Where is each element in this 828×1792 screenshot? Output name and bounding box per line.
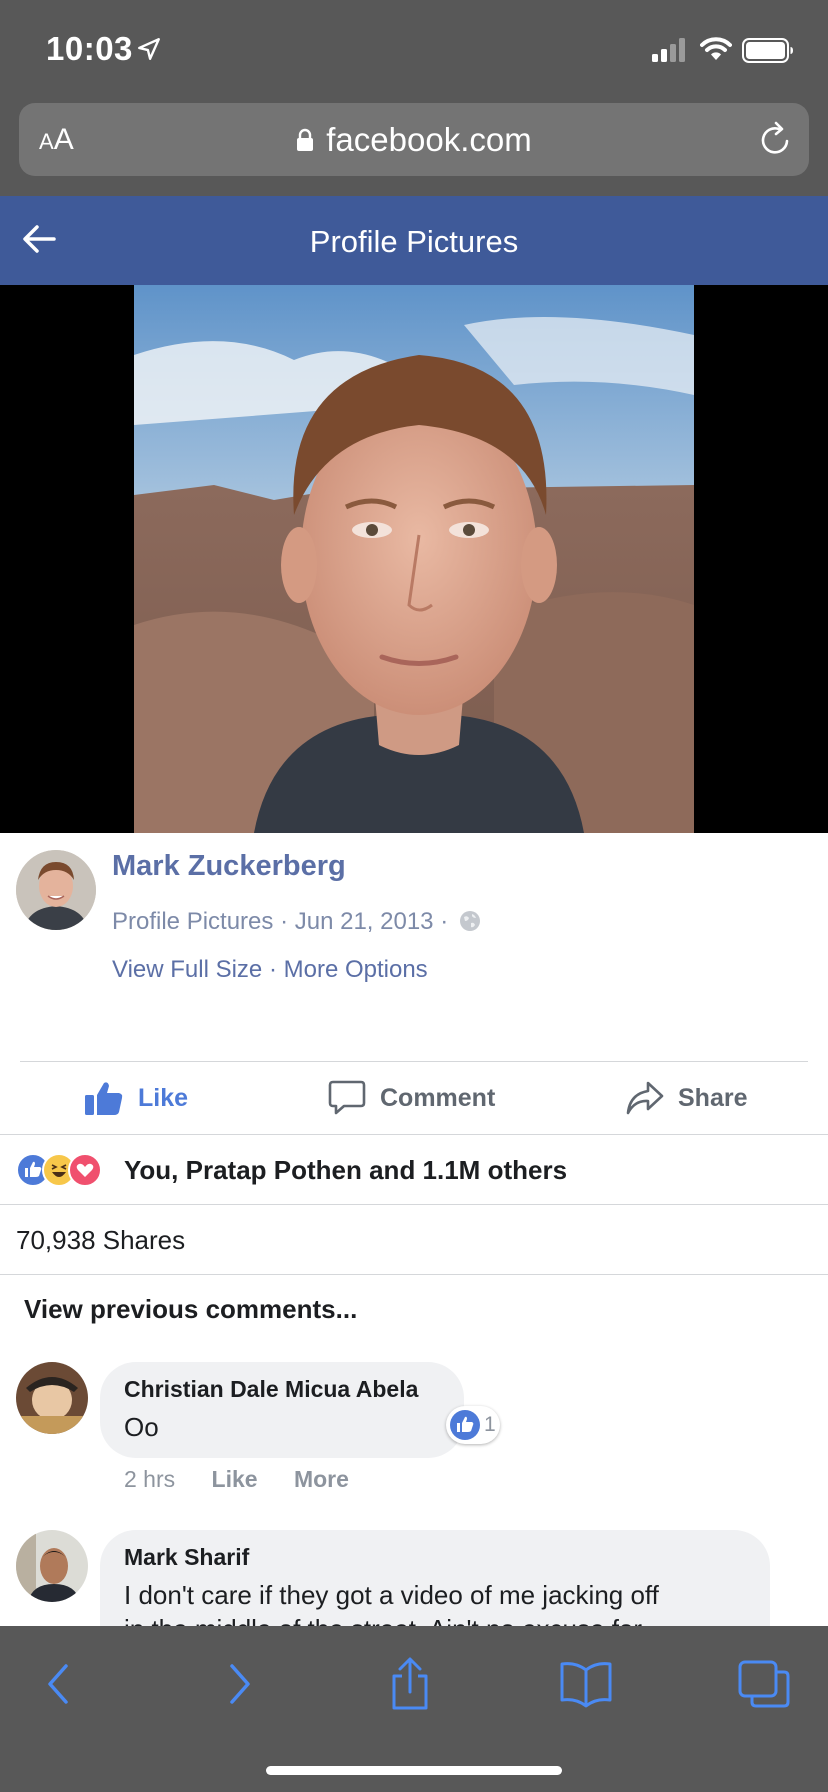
address-bar[interactable]: AA facebook.com xyxy=(19,103,809,176)
share-label: Share xyxy=(678,1083,748,1112)
browser-top-chrome: 10:03 AA facebook.com xyxy=(0,0,828,196)
page-header: Profile Pictures xyxy=(0,196,828,285)
photo-links: View Full Size · More Options xyxy=(112,956,428,984)
meta-separator: · xyxy=(440,908,449,935)
view-full-size-link[interactable]: View Full Size xyxy=(112,956,262,983)
photo-viewer xyxy=(0,285,828,833)
commenter-avatar[interactable] xyxy=(16,1362,88,1434)
home-indicator xyxy=(266,1766,562,1775)
forward-icon[interactable] xyxy=(208,1656,268,1712)
album-link[interactable]: Profile Pictures xyxy=(112,908,273,935)
status-time: 10:03 xyxy=(46,30,133,67)
view-previous-comments-link[interactable]: View previous comments... xyxy=(24,1294,357,1325)
page-title: Profile Pictures xyxy=(309,224,519,259)
meta-separator: · xyxy=(280,908,289,935)
commenter-avatar[interactable] xyxy=(16,1530,88,1602)
commenter-name[interactable]: Christian Dale Micua Abela xyxy=(124,1376,418,1403)
tabs-icon[interactable] xyxy=(734,1656,794,1712)
comment-like-count[interactable]: 1 xyxy=(446,1406,500,1444)
like-reaction-icon xyxy=(450,1410,480,1440)
comment-button[interactable]: Comment xyxy=(328,1080,495,1116)
thumbs-up-icon xyxy=(85,1082,123,1115)
like-label: Like xyxy=(138,1083,189,1112)
love-reaction-icon xyxy=(68,1153,102,1187)
reactions-summary[interactable]: You, Pratap Pothen and 1.1M others xyxy=(124,1155,567,1186)
wifi-icon xyxy=(700,37,732,60)
comment-label: Comment xyxy=(380,1083,496,1112)
comment-meta: 2 hrs Like More xyxy=(124,1466,349,1493)
url-text: facebook.com xyxy=(326,121,532,158)
reload-icon[interactable] xyxy=(759,121,793,157)
links-separator: · xyxy=(268,956,277,983)
share-button[interactable]: Share xyxy=(626,1080,747,1116)
location-arrow-icon xyxy=(138,38,160,60)
comment-more-button[interactable]: More xyxy=(294,1466,349,1492)
reaction-icons[interactable] xyxy=(16,1152,102,1188)
more-options-link[interactable]: More Options xyxy=(284,956,428,983)
divider xyxy=(0,1274,828,1275)
like-button[interactable]: Like xyxy=(84,1080,188,1116)
comment-text: I don't care if they got a video of me j… xyxy=(124,1580,659,1610)
lock-icon xyxy=(297,128,314,151)
profile-photo[interactable] xyxy=(134,285,694,833)
author-name[interactable]: Mark Zuckerberg xyxy=(112,850,346,883)
share-icon[interactable] xyxy=(380,1656,440,1712)
post-actions: Like Comment Share xyxy=(0,1062,828,1134)
battery-icon xyxy=(742,38,793,63)
comment-icon xyxy=(328,1080,366,1115)
author-avatar[interactable] xyxy=(16,850,96,930)
bookmarks-icon[interactable] xyxy=(556,1656,616,1712)
comment-bubble: Christian Dale Micua Abela Oo xyxy=(100,1362,464,1458)
share-arrow-icon xyxy=(626,1081,664,1115)
commenter-name[interactable]: Mark Sharif xyxy=(124,1544,249,1571)
cellular-signal-icon xyxy=(652,38,685,62)
divider xyxy=(0,1204,828,1205)
back-icon[interactable] xyxy=(30,1656,90,1712)
post-date[interactable]: Jun 21, 2013 xyxy=(295,908,434,935)
shares-count[interactable]: 70,938 Shares xyxy=(16,1225,185,1256)
comment-time: 2 hrs xyxy=(124,1466,176,1492)
divider xyxy=(0,1134,828,1135)
public-globe-icon xyxy=(459,911,480,931)
post-meta: Profile Pictures · Jun 21, 2013 · xyxy=(112,908,481,936)
comment-text: Oo xyxy=(124,1412,159,1442)
like-count: 1 xyxy=(484,1413,496,1436)
comment-like-button[interactable]: Like xyxy=(212,1466,258,1492)
